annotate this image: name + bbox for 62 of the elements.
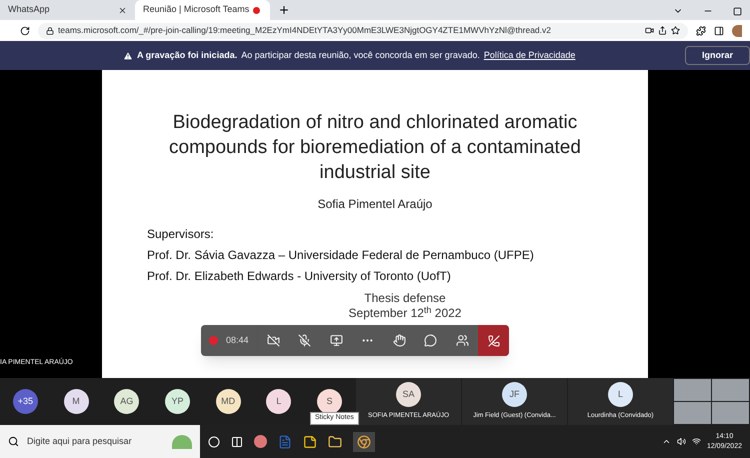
participant-avatar: JF — [502, 382, 527, 408]
slide-author: Sofia Pimentel Araújo — [318, 196, 432, 213]
camera-icon[interactable] — [645, 26, 654, 35]
raise-hand-icon[interactable] — [392, 334, 406, 347]
lock-icon — [46, 26, 54, 34]
maximize-icon[interactable] — [733, 7, 742, 16]
search-field[interactable]: Digite aqui para pesquisar — [0, 425, 200, 458]
slide-footer-text: September 12$^{th}$ 2022 — [348, 306, 462, 321]
participant-avatar[interactable]: MD — [216, 389, 241, 414]
supervisor-line: Prof. Dr. Sávia Gavazza – Universidade Federal de Pernambuco (UFPE) — [147, 247, 534, 264]
chevron-up-icon[interactable] — [662, 437, 671, 446]
participant-avatar[interactable]: M — [64, 389, 89, 414]
supervisors-label: Supervisors: — [147, 226, 215, 243]
browser-tab[interactable]: Reunião | Microsoft Teams — [135, 0, 270, 20]
slide-footer-text: Thesis defense — [364, 291, 446, 306]
video-placeholder — [712, 379, 749, 401]
slide-title: Biodegradation of nitro and chlorinated aromatic compounds for bioremediation of a contaminated industrial site — [168, 111, 582, 185]
participant-avatar: L — [608, 382, 633, 408]
dismiss-button[interactable]: Ignorar — [684, 46, 750, 65]
address-bar[interactable]: teams.microsoft.com/_#/pre-join-calling/19:meeting_M2EzYmI4NDEtYTA3Yy00MmE3LWE3NjgtOGY4ZTE1MWVhYzNl@thread.v2 — [38, 22, 688, 38]
warning-icon — [123, 50, 133, 60]
app-icon[interactable] — [254, 435, 267, 448]
chat-icon[interactable] — [424, 334, 438, 347]
camera-off-icon[interactable] — [266, 334, 280, 347]
browser-tab[interactable]: WhatsApp — [0, 0, 135, 20]
star-icon[interactable] — [671, 26, 680, 35]
sticky-note-icon[interactable] — [303, 434, 317, 448]
new-tab-icon[interactable] — [278, 4, 290, 16]
video-placeholder — [674, 379, 711, 401]
browser-icon[interactable] — [357, 434, 371, 448]
share-screen-icon[interactable] — [330, 334, 343, 347]
video-placeholder — [712, 402, 749, 424]
url-text: teams.microsoft.com/_#/pre-join-calling/19:meeting_M2EzYmI4NDEtYTA3Yy00MmE3LWE3NjgtOGY4ZTE1MWVhYzNl@thread.v2 — [58, 24, 551, 37]
reload-icon[interactable] — [20, 26, 30, 36]
banner-title: A gravação foi iniciada. — [137, 48, 238, 62]
participant-avatar[interactable]: L — [266, 389, 292, 414]
video-placeholder — [674, 402, 711, 424]
call-timer: 08:44 — [226, 334, 249, 347]
profile-avatar[interactable] — [732, 24, 742, 36]
hang-up-button[interactable] — [478, 325, 509, 356]
banner-message: Ao participar desta reunião, você concorda em ser gravado. — [241, 48, 480, 62]
participant-avatar[interactable]: YP — [164, 389, 190, 414]
participant-avatar: SA — [396, 382, 421, 408]
wifi-icon[interactable] — [692, 437, 701, 446]
mic-off-icon[interactable] — [298, 334, 312, 347]
participant-avatar[interactable]: S — [317, 389, 342, 414]
participant-avatar[interactable]: AG — [114, 389, 140, 414]
phone-icon — [488, 334, 500, 346]
participant-avatar[interactable]: +35 — [12, 389, 38, 414]
share-icon[interactable] — [658, 26, 667, 35]
extensions-icon[interactable] — [696, 26, 706, 36]
speaker-icon[interactable] — [676, 437, 686, 446]
close-icon[interactable] — [118, 6, 127, 14]
document-icon[interactable] — [278, 434, 292, 448]
search-icon — [8, 436, 19, 447]
folder-icon[interactable] — [328, 434, 342, 448]
privacy-link[interactable]: Política de Privacidade — [484, 48, 576, 62]
people-icon[interactable] — [456, 334, 469, 347]
task-view-icon[interactable] — [231, 436, 243, 448]
side-panel-icon[interactable] — [714, 26, 724, 36]
supervisor-line: Prof. Dr. Elizabeth Edwards - University of Toronto (UofT) — [147, 268, 452, 285]
search-circle-icon[interactable] — [208, 436, 220, 448]
